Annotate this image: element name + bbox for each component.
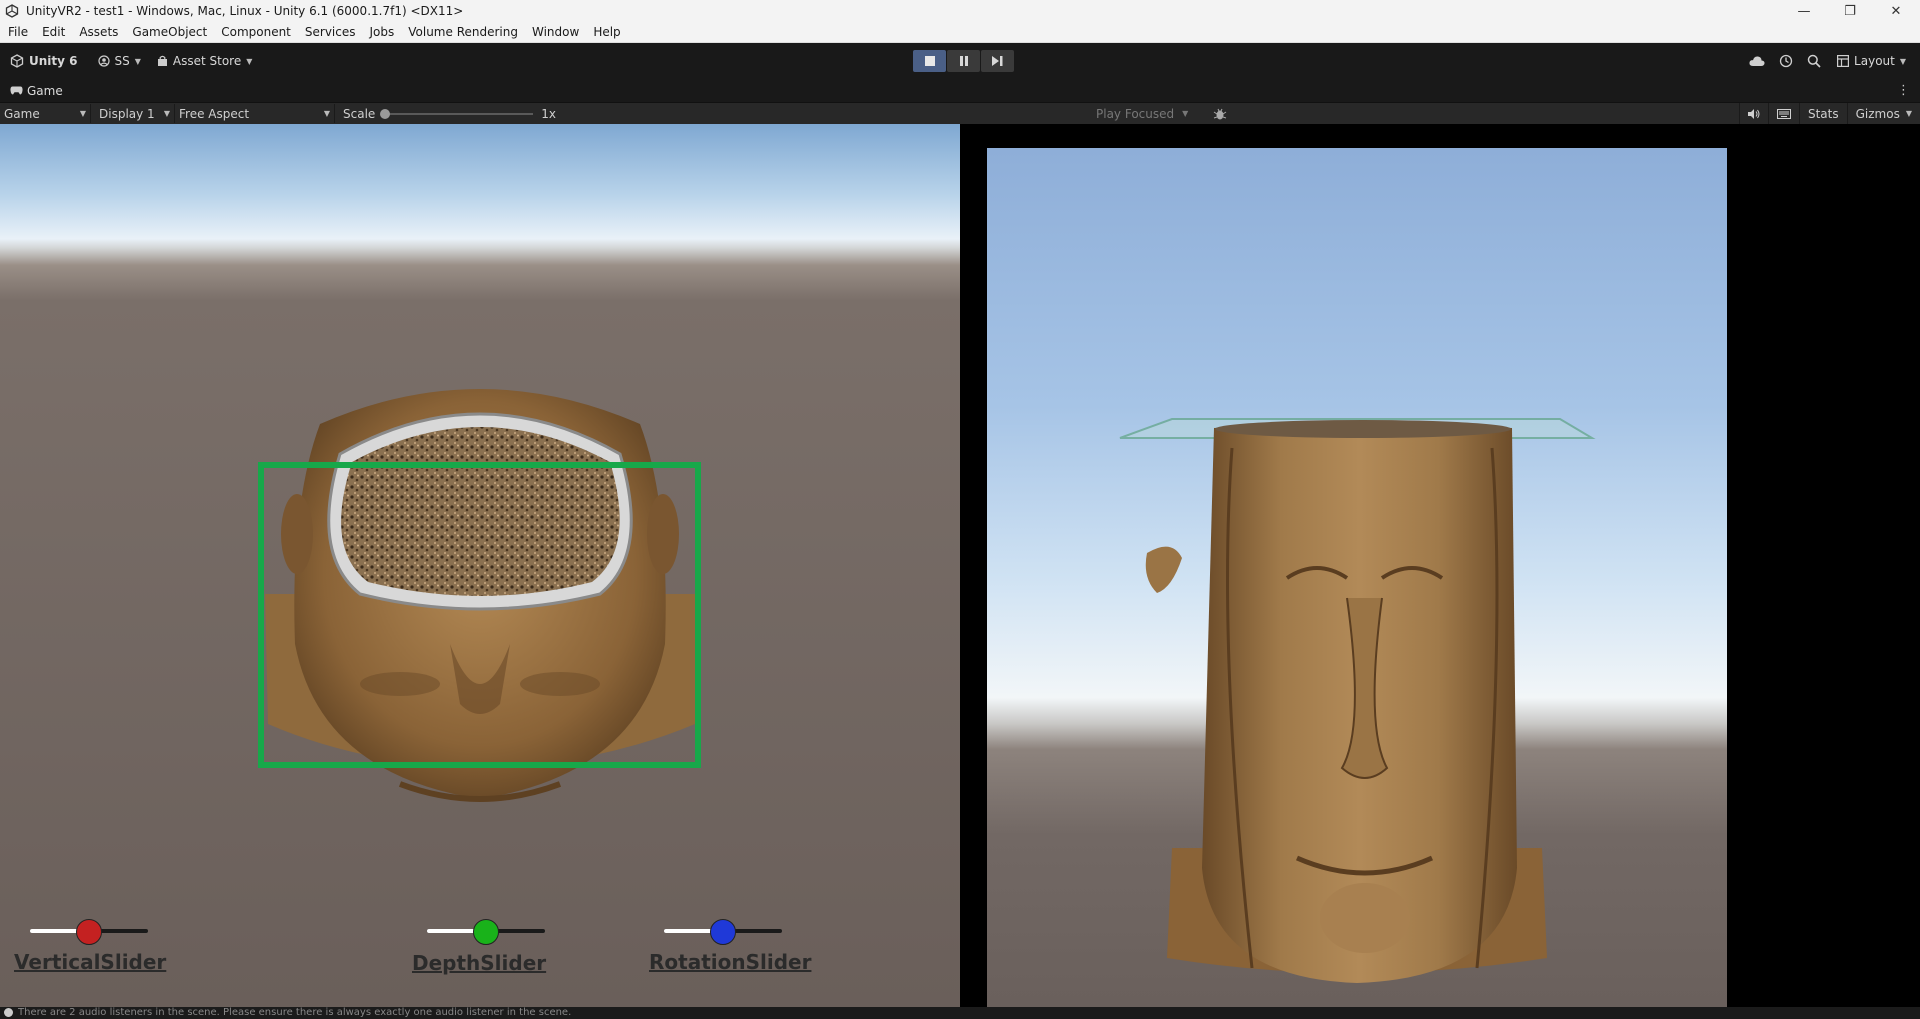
chevron-down-icon: ▼ (79, 109, 86, 118)
head-volume-render-front (1119, 418, 1596, 983)
play-focused-label: Play Focused (1096, 106, 1175, 121)
menu-assets[interactable]: Assets (72, 25, 125, 39)
search-icon[interactable] (1807, 54, 1821, 68)
tab-game-label: Game (27, 83, 63, 98)
stats-button[interactable]: Stats (1798, 103, 1847, 124)
tab-bar: Game ⋮ (0, 79, 1920, 103)
chevron-down-icon: ▼ (1899, 56, 1906, 66)
aspect-label: Free Aspect (179, 106, 250, 121)
account-dropdown[interactable]: SS ▼ (92, 49, 147, 73)
main-toolbar: Unity 6 SS ▼ Asset Store ▼ Layout ▼ (0, 43, 1920, 79)
chevron-down-icon: ▼ (246, 56, 253, 66)
chevron-down-icon: ▼ (323, 109, 330, 118)
vertical-slider[interactable] (30, 919, 148, 945)
menu-window[interactable]: Window (525, 25, 586, 39)
unity-logo-icon (5, 4, 19, 18)
menu-edit[interactable]: Edit (35, 25, 72, 39)
gizmos-dropdown[interactable]: Gizmos ▼ (1846, 103, 1920, 124)
info-icon (4, 1008, 13, 1017)
rotation-slider-label: RotationSlider (649, 950, 812, 974)
unity-cube-icon (10, 54, 24, 68)
layout-icon (1837, 55, 1850, 67)
menu-help[interactable]: Help (586, 25, 627, 39)
menu-jobs[interactable]: Jobs (363, 25, 402, 39)
game-mode-dropdown[interactable]: Game ▼ (0, 104, 91, 123)
restore-button[interactable]: ❐ (1827, 0, 1873, 22)
menu-gameobject[interactable]: GameObject (125, 25, 214, 39)
depth-slider-label: DepthSlider (412, 951, 547, 975)
step-button[interactable] (981, 50, 1014, 72)
aspect-dropdown[interactable]: Free Aspect ▼ (175, 104, 335, 123)
menu-component[interactable]: Component (214, 25, 298, 39)
scale-slider-handle[interactable] (380, 108, 391, 119)
cloud-icon[interactable] (1749, 55, 1765, 67)
restore-icon: ❐ (1844, 3, 1856, 19)
menu-volume-rendering[interactable]: Volume Rendering (401, 25, 525, 39)
chevron-down-icon: ▼ (134, 56, 141, 66)
scale-slider[interactable] (380, 108, 534, 119)
shopping-bag-icon (157, 55, 167, 66)
play-controls (913, 50, 1014, 72)
minimize-button[interactable]: — (1781, 0, 1827, 22)
keyboard-button[interactable] (1767, 103, 1799, 124)
game-viewport-left[interactable]: VerticalSlider DepthSlider RotationSlide… (0, 124, 960, 1007)
unity-button[interactable]: Unity 6 (4, 49, 84, 73)
gizmos-label: Gizmos (1855, 106, 1900, 121)
mute-audio-button[interactable] (1738, 103, 1768, 124)
chevron-down-icon: ▼ (1905, 109, 1912, 118)
layout-dropdown[interactable]: Layout ▼ (1835, 49, 1908, 73)
chevron-down-icon: ▼ (1182, 109, 1189, 118)
display-label: Display 1 (99, 106, 155, 121)
menu-services[interactable]: Services (298, 25, 363, 39)
tab-game[interactable]: Game (0, 79, 73, 103)
title-bar: UnityVR2 - test1 - Windows, Mac, Linux -… (0, 0, 1920, 22)
keyboard-icon (1776, 108, 1791, 119)
play-focused-dropdown[interactable]: Play Focused ▼ (1096, 103, 1188, 124)
gamepad-icon (10, 86, 23, 95)
history-icon[interactable] (1779, 54, 1793, 68)
pause-button[interactable] (947, 50, 980, 72)
game-view-right-controls: Stats Gizmos ▼ (1738, 103, 1920, 124)
slider-handle[interactable] (76, 919, 102, 945)
layout-label: Layout (1854, 54, 1895, 68)
game-mode-label: Game (4, 106, 40, 121)
menu-bar: File Edit Assets GameObject Component Se… (0, 22, 1920, 43)
rotation-slider[interactable] (664, 919, 782, 945)
vertical-slider-label: VerticalSlider (14, 950, 167, 974)
scale-control: Scale 1x (343, 107, 556, 121)
stop-button[interactable] (913, 50, 946, 72)
toolbar-right: Layout ▼ (1749, 49, 1908, 73)
slider-handle[interactable] (710, 919, 736, 945)
slider-handle[interactable] (473, 919, 499, 945)
selection-box (258, 462, 701, 768)
depth-slider[interactable] (427, 919, 545, 945)
bug-icon[interactable] (1213, 107, 1227, 121)
status-bar: There are 2 audio listeners in the scene… (0, 1007, 1920, 1019)
more-options-icon[interactable]: ⋮ (1897, 83, 1910, 98)
display-dropdown[interactable]: Display 1 ▼ (91, 104, 175, 123)
chevron-down-icon: ▼ (163, 109, 170, 118)
close-button[interactable]: ✕ (1873, 0, 1919, 22)
scale-label: Scale (343, 106, 376, 121)
status-message: There are 2 audio listeners in the scene… (18, 1007, 572, 1018)
game-viewport-right[interactable] (987, 148, 1727, 1007)
unity-label: Unity 6 (29, 54, 78, 68)
window-title: UnityVR2 - test1 - Windows, Mac, Linux -… (26, 4, 464, 18)
scale-value: 1x (541, 106, 557, 121)
step-icon (992, 56, 1003, 66)
account-icon (97, 55, 110, 67)
minimize-icon: — (1797, 3, 1811, 19)
stop-icon (924, 56, 935, 66)
asset-store-dropdown[interactable]: Asset Store ▼ (151, 49, 259, 73)
speaker-icon (1747, 108, 1760, 119)
asset-store-label: Asset Store (172, 54, 242, 68)
game-view-toolbar: Game ▼ Display 1 ▼ Free Aspect ▼ Scale 1… (0, 103, 1920, 124)
account-label: SS (114, 54, 130, 68)
pause-icon (959, 56, 968, 66)
close-icon: ✕ (1890, 3, 1902, 19)
menu-file[interactable]: File (0, 25, 35, 39)
